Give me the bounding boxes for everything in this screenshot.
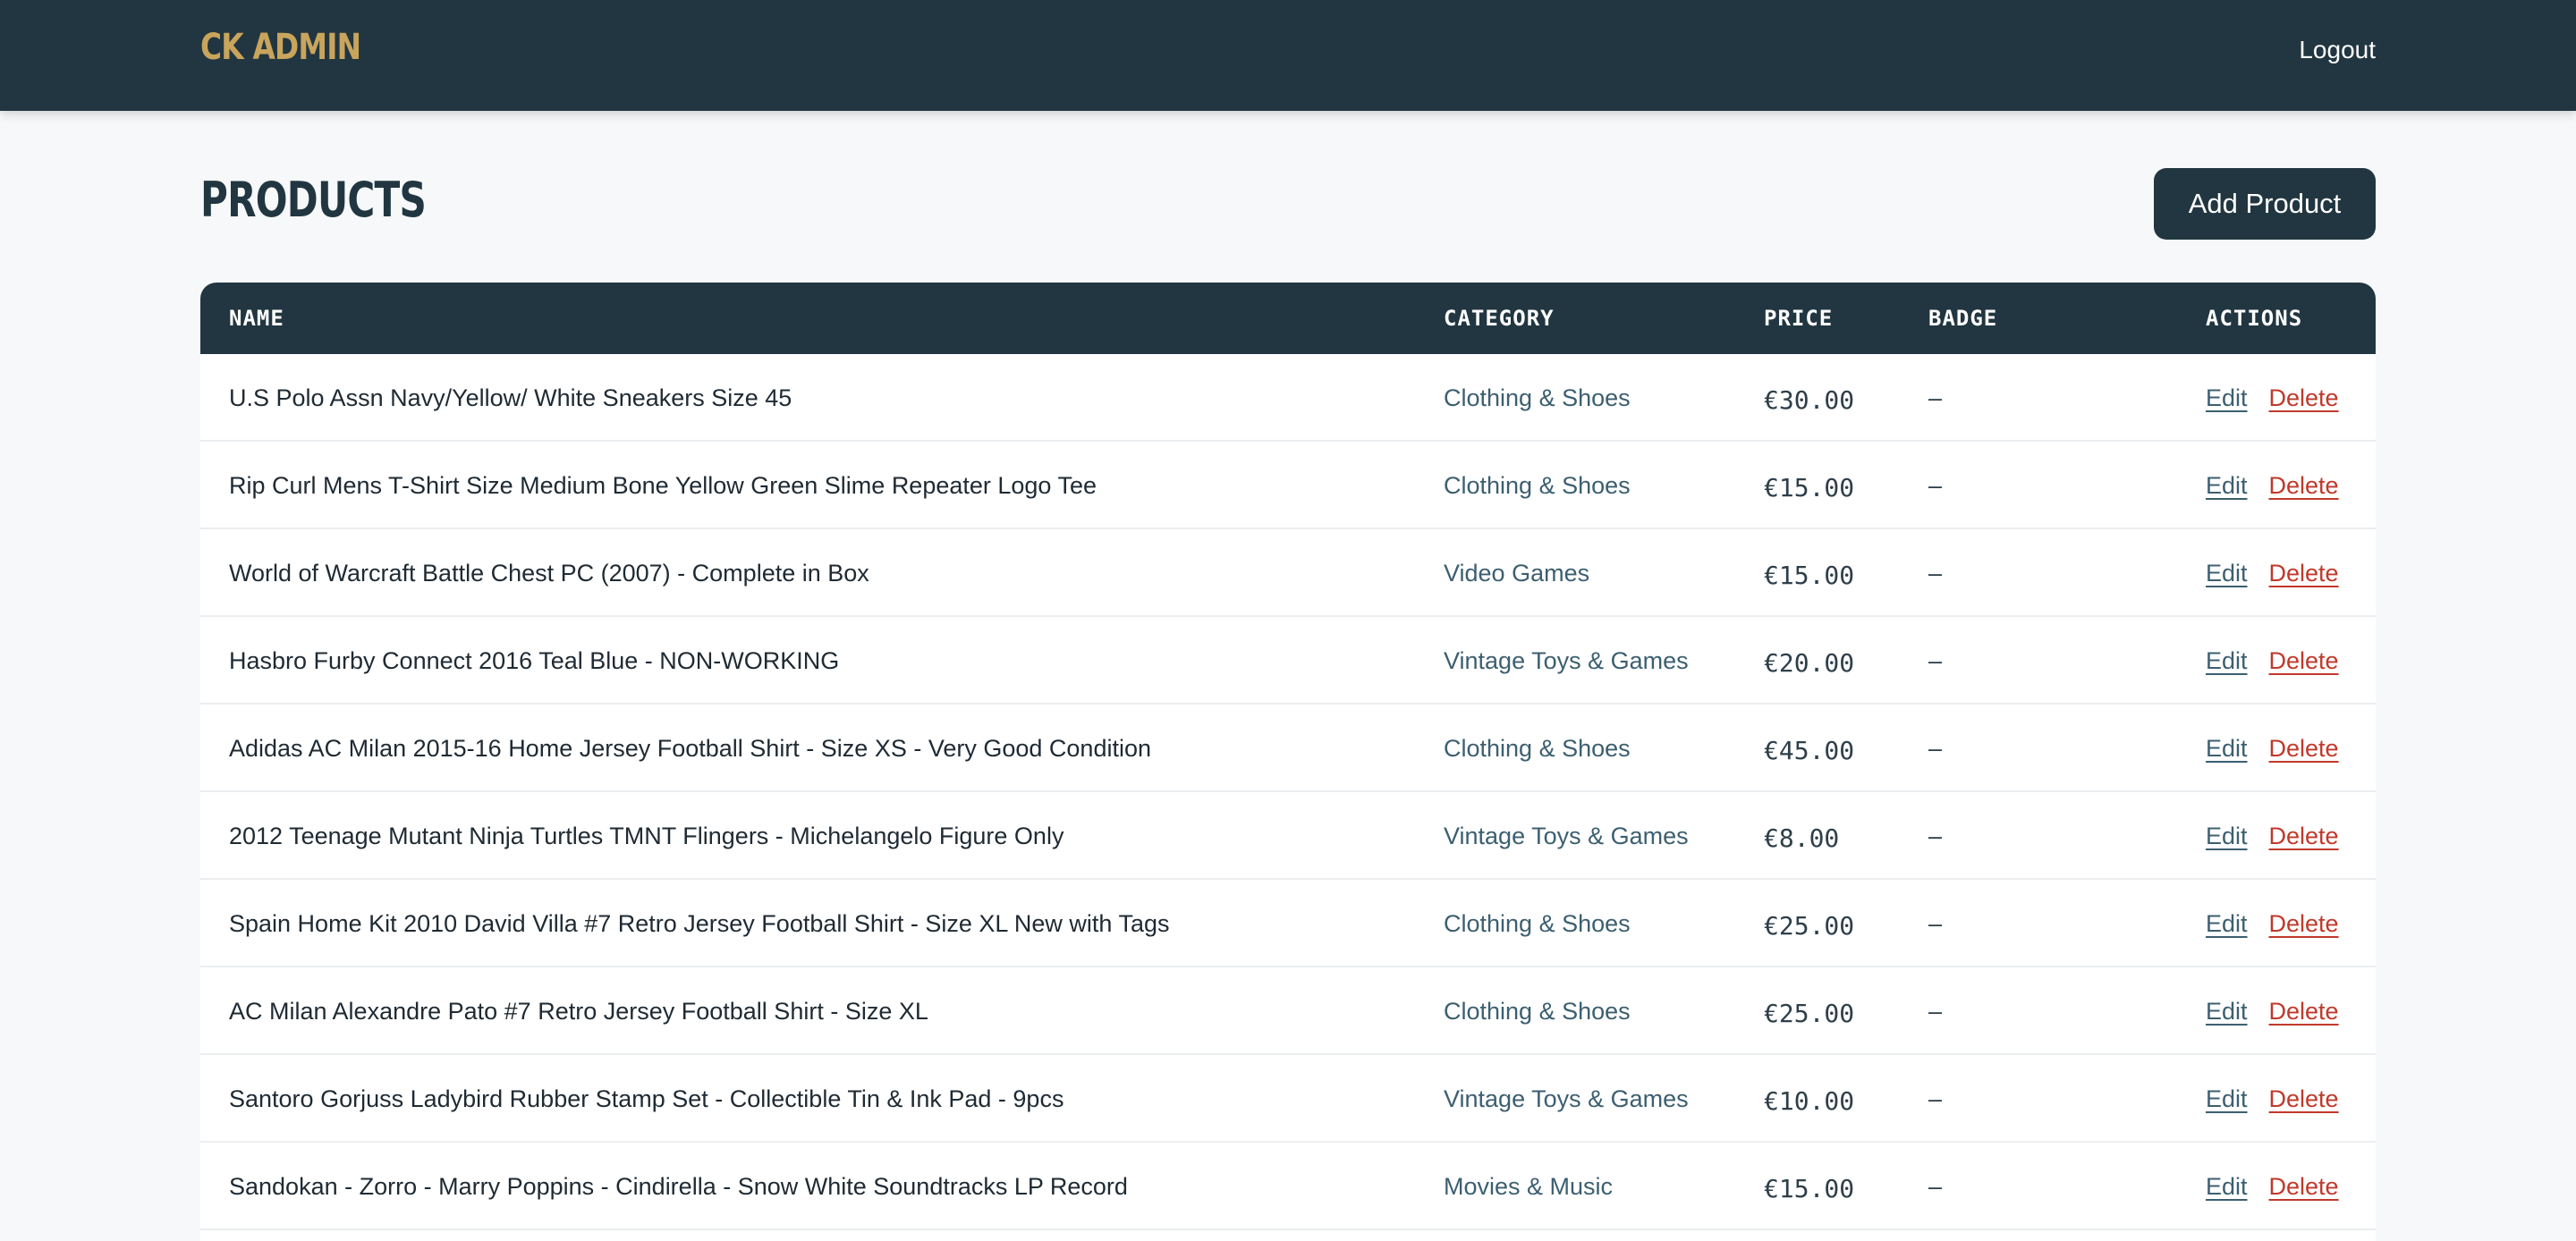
delete-link[interactable]: Delete [2269,472,2339,500]
product-badge: – [1928,471,1943,499]
row-actions: Edit Delete [2206,442,2339,529]
products-table: NAME CATEGORY PRICE BADGE ACTIONS U.S Po… [200,283,2376,1241]
product-badge: – [1928,384,1943,411]
edit-link[interactable]: Edit [2206,472,2248,500]
product-name: U.S Polo Assn Navy/Yellow/ White Sneaker… [229,384,792,411]
product-badge: – [1928,734,1943,762]
product-price: €30.00 [1764,384,1855,415]
product-category: Video Games [1444,559,1590,587]
product-name: Adidas AC Milan 2015-16 Home Jersey Foot… [229,734,1151,762]
product-name: AC Milan Alexandre Pato #7 Retro Jersey … [229,997,928,1025]
table-row: U.S Polo Assn Navy/Yellow/ White Sneaker… [200,354,2376,442]
table-row: World of Warcraft Battle Chest PC (2007)… [200,529,2376,617]
table-row: Adidas AC Milan 2015-16 Home Jersey Foot… [200,705,2376,792]
edit-link[interactable]: Edit [2206,647,2248,675]
table-header: NAME CATEGORY PRICE BADGE ACTIONS [200,283,2376,354]
table-row: Hasbro Furby Connect 2016 Teal Blue - NO… [200,617,2376,705]
product-name: Hasbro Furby Connect 2016 Teal Blue - NO… [229,646,840,674]
product-name: Spain Home Kit 2010 David Villa #7 Retro… [229,909,1170,937]
column-header-category: CATEGORY [1444,306,1555,331]
product-price: €10.00 [1764,1085,1855,1116]
edit-link[interactable]: Edit [2206,910,2248,938]
product-price: €25.00 [1764,998,1855,1028]
product-price: €20.00 [1764,647,1855,678]
delete-link[interactable]: Delete [2269,735,2339,763]
delete-link[interactable]: Delete [2269,384,2339,412]
delete-link[interactable]: Delete [2269,823,2339,850]
product-category: Clothing & Shoes [1444,471,1631,499]
product-name: Santoro Gorjuss Ladybird Rubber Stamp Se… [229,1085,1064,1112]
product-category: Vintage Toys & Games [1444,646,1689,674]
row-actions: Edit Delete [2206,792,2339,880]
edit-link[interactable]: Edit [2206,1173,2248,1201]
product-category: Clothing & Shoes [1444,997,1631,1025]
table-row: Rip Curl Mens T-Shirt Size Medium Bone Y… [200,442,2376,529]
product-category: Clothing & Shoes [1444,384,1631,411]
edit-link[interactable]: Edit [2206,823,2248,850]
product-badge: – [1928,646,1943,674]
row-actions: Edit Delete [2206,529,2339,617]
product-price: €15.00 [1764,472,1855,502]
brand-logo[interactable]: CK ADMIN [200,27,361,68]
product-name: Rip Curl Mens T-Shirt Size Medium Bone Y… [229,471,1097,499]
edit-link[interactable]: Edit [2206,735,2248,763]
logout-link[interactable]: Logout [2299,36,2376,64]
product-category: Clothing & Shoes [1444,734,1631,762]
row-actions: Edit Delete [2206,1055,2339,1143]
product-badge: – [1928,1085,1943,1112]
top-navbar: CK ADMIN Logout [0,0,2576,111]
table-row: Spain Home Kit 2010 David Villa #7 Retro… [200,880,2376,967]
page-title: PRODUCTS [200,172,427,228]
column-header-name: NAME [229,306,284,331]
edit-link[interactable]: Edit [2206,560,2248,587]
product-category: Clothing & Shoes [1444,909,1631,937]
row-actions: Edit Delete [2206,617,2339,705]
product-price: €15.00 [1764,1173,1855,1203]
product-category: Vintage Toys & Games [1444,822,1689,849]
column-header-badge: BADGE [1928,306,1998,331]
product-name: 2012 Teenage Mutant Ninja Turtles TMNT F… [229,822,1064,849]
product-badge: – [1928,997,1943,1025]
table-row: 2012 Teenage Mutant Ninja Turtles TMNT F… [200,792,2376,880]
delete-link[interactable]: Delete [2269,647,2339,675]
row-actions: Edit Delete [2206,967,2339,1055]
row-actions: Edit Delete [2206,1143,2339,1230]
product-price: €8.00 [1764,823,1840,853]
product-name: World of Warcraft Battle Chest PC (2007)… [229,559,869,587]
table-row: AC Milan Alexandre Pato #7 Retro Jersey … [200,967,2376,1055]
column-header-actions: ACTIONS [2206,306,2303,331]
add-product-button[interactable]: Add Product [2154,168,2376,240]
row-actions: Edit Delete [2206,880,2339,967]
product-category: Movies & Music [1444,1172,1614,1200]
row-actions: Edit Delete [2206,354,2339,442]
edit-link[interactable]: Edit [2206,998,2248,1026]
delete-link[interactable]: Delete [2269,560,2339,587]
edit-link[interactable]: Edit [2206,384,2248,412]
delete-link[interactable]: Delete [2269,1085,2339,1113]
product-badge: – [1928,559,1943,587]
column-header-price: PRICE [1764,306,1834,331]
product-badge: – [1928,1172,1943,1200]
product-price: €15.00 [1764,560,1855,590]
product-price: €25.00 [1764,910,1855,941]
product-category: Vintage Toys & Games [1444,1085,1689,1112]
delete-link[interactable]: Delete [2269,998,2339,1026]
edit-link[interactable]: Edit [2206,1085,2248,1113]
row-actions: Edit Delete [2206,705,2339,792]
product-badge: – [1928,822,1943,849]
table-row: Santoro Gorjuss Ladybird Rubber Stamp Se… [200,1055,2376,1143]
product-name: Sandokan - Zorro - Marry Poppins - Cindi… [229,1172,1128,1200]
table-row: Sandokan - Zorro - Marry Poppins - Cindi… [200,1143,2376,1230]
delete-link[interactable]: Delete [2269,910,2339,938]
product-badge: – [1928,909,1943,937]
delete-link[interactable]: Delete [2269,1173,2339,1201]
product-price: €45.00 [1764,735,1855,765]
